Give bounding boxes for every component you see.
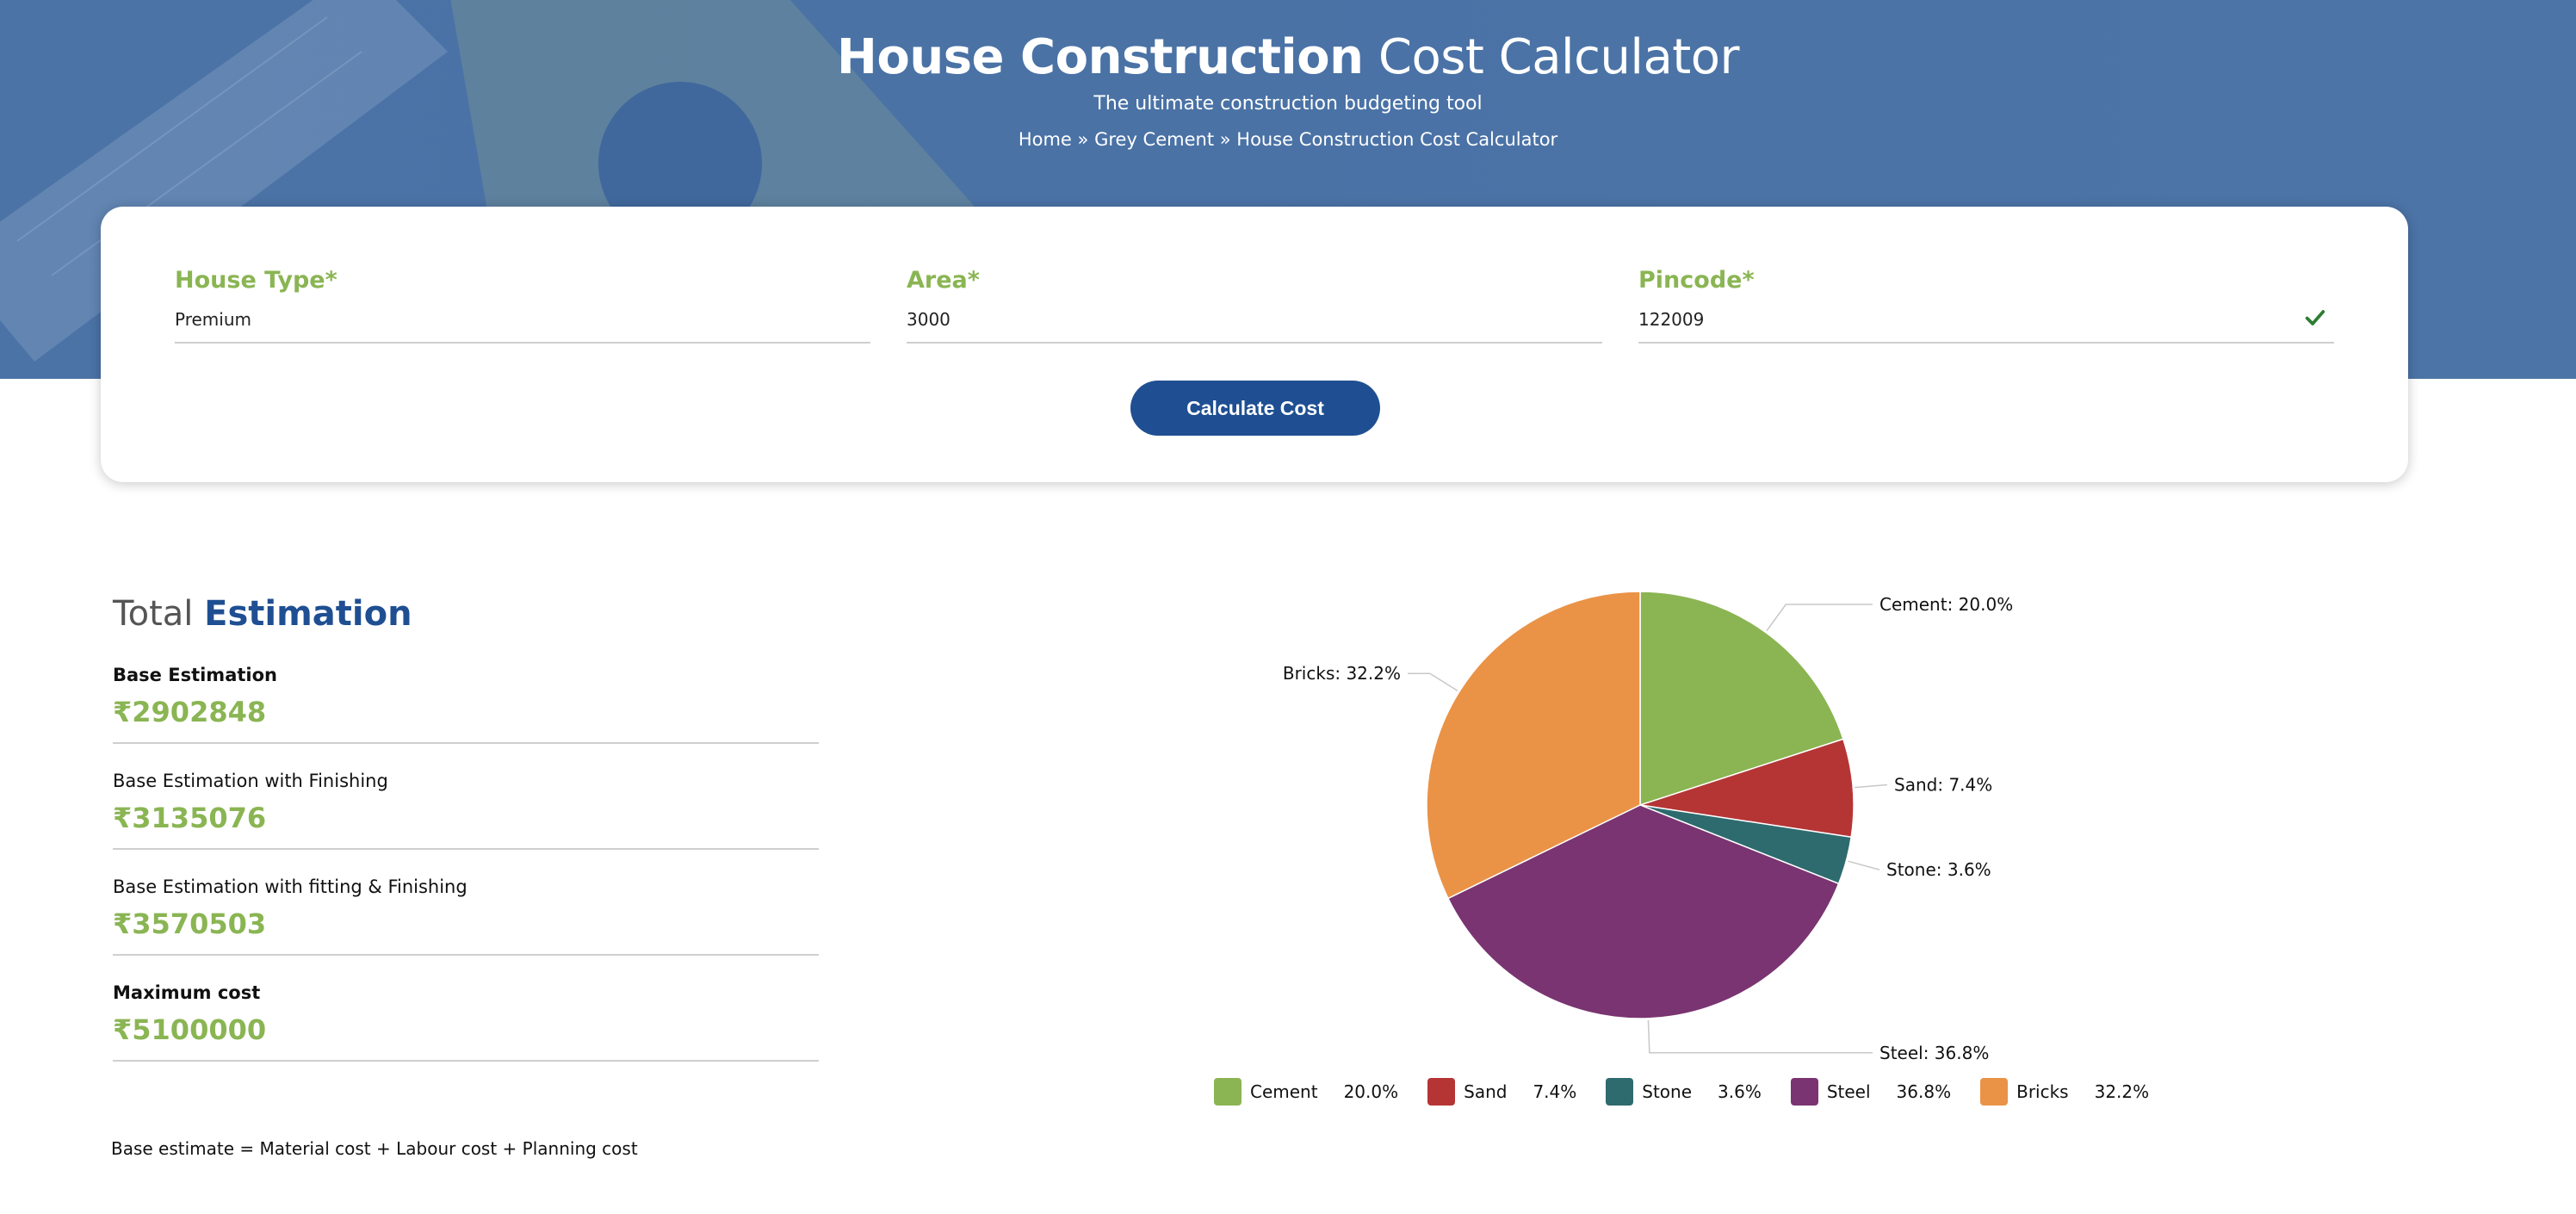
legend-swatch bbox=[1606, 1078, 1634, 1106]
estimation-value: ₹2902848 bbox=[113, 696, 267, 728]
pie-leader-line bbox=[1408, 672, 1458, 692]
title-light: Cost Calculator bbox=[1378, 29, 1740, 85]
legend-percent: 3.6% bbox=[1718, 1081, 1762, 1102]
estimation-value: ₹5100000 bbox=[113, 1013, 267, 1046]
area-field: Area* 3000 bbox=[907, 267, 1602, 344]
legend-label: Bricks bbox=[2016, 1081, 2069, 1102]
legend-swatch bbox=[1427, 1078, 1456, 1106]
estimation-label: Base Estimation with fitting & Finishing bbox=[113, 876, 468, 897]
legend-label: Cement bbox=[1250, 1081, 1318, 1102]
estimation-title-light: Total bbox=[113, 594, 194, 634]
house-type-select[interactable]: Premium bbox=[175, 309, 870, 344]
legend-label: Stone bbox=[1642, 1081, 1693, 1102]
legend-percent: 20.0% bbox=[1343, 1081, 1399, 1102]
estimation-row-finishing: Base Estimation with Finishing ₹3135076 bbox=[113, 771, 819, 850]
title-bold: House Construction bbox=[836, 29, 1364, 85]
estimation-value: ₹3135076 bbox=[113, 802, 267, 834]
breadcrumb: Home » Grey Cement » House Construction … bbox=[0, 129, 2576, 150]
legend-percent: 36.8% bbox=[1896, 1081, 1952, 1102]
page-subtitle: The ultimate construction budgeting tool bbox=[1093, 93, 1483, 115]
area-input[interactable]: 3000 bbox=[907, 309, 1602, 344]
house-type-label: House Type* bbox=[175, 267, 337, 294]
breadcrumb-home[interactable]: Home bbox=[1019, 129, 1072, 150]
pincode-field: Pincode* 122009 bbox=[1638, 267, 2334, 344]
page-title: House Construction Cost Calculator bbox=[0, 29, 2576, 85]
estimation-note: Base estimate = Material cost + Labour c… bbox=[111, 1138, 638, 1159]
estimation-row-base: Base Estimation ₹2902848 bbox=[113, 665, 819, 744]
legend-label: Sand bbox=[1464, 1081, 1508, 1102]
legend-percent: 7.4% bbox=[1533, 1081, 1577, 1102]
pincode-value: 122009 bbox=[1638, 309, 1705, 330]
pie-leader-line bbox=[1855, 784, 1888, 789]
calculate-cost-button[interactable]: Calculate Cost bbox=[1130, 381, 1380, 436]
legend-item-steel[interactable]: Steel 36.8% bbox=[1790, 1078, 1952, 1106]
pie-leader-line bbox=[1848, 860, 1880, 870]
estimation-row-maximum: Maximum cost ₹5100000 bbox=[113, 982, 819, 1062]
breadcrumb-grey-cement[interactable]: Grey Cement bbox=[1094, 129, 1214, 150]
calculator-form-card: House Type* Premium Area* 3000 Pincode* … bbox=[101, 207, 2408, 482]
house-type-field: House Type* Premium bbox=[175, 267, 870, 344]
estimation-title-bold: Estimation bbox=[204, 594, 412, 634]
legend-swatch bbox=[1214, 1078, 1242, 1106]
estimation-value: ₹3570503 bbox=[113, 907, 267, 940]
estimation-label: Maximum cost bbox=[113, 982, 261, 1003]
pie-slice-label: Sand: 7.4% bbox=[1894, 775, 1992, 796]
estimation-title: Total Estimation bbox=[113, 594, 412, 634]
pie-leader-line bbox=[1766, 604, 1873, 632]
pincode-input[interactable]: 122009 bbox=[1638, 309, 2334, 344]
legend-item-cement[interactable]: Cement 20.0% bbox=[1214, 1078, 1398, 1106]
legend-item-stone[interactable]: Stone 3.6% bbox=[1606, 1078, 1762, 1106]
pie-slice-label: Steel: 36.8% bbox=[1879, 1043, 1989, 1063]
check-icon bbox=[2305, 310, 2325, 325]
legend-item-bricks[interactable]: Bricks 32.2% bbox=[1980, 1078, 2149, 1106]
material-cost-pie-chart: Cement: 20.0% Sand: 7.4% Stone: 3.6% Steel:… bbox=[1283, 591, 2013, 1063]
chart-legend: Cement 20.0% Sand 7.4% Stone 3.6% Steel 36.8% Br… bbox=[1214, 1076, 2178, 1107]
breadcrumb-separator: » bbox=[1077, 129, 1089, 150]
legend-percent: 32.2% bbox=[2094, 1081, 2150, 1102]
pie-slice-label: Cement: 20.0% bbox=[1879, 594, 2013, 615]
estimation-label: Base Estimation bbox=[113, 665, 277, 685]
legend-swatch bbox=[1980, 1078, 2009, 1106]
area-label: Area* bbox=[907, 267, 980, 294]
legend-swatch bbox=[1790, 1078, 1818, 1106]
breadcrumb-current: House Construction Cost Calculator bbox=[1236, 129, 1558, 150]
breadcrumb-separator: » bbox=[1219, 129, 1231, 150]
legend-item-sand[interactable]: Sand 7.4% bbox=[1427, 1078, 1576, 1106]
estimation-label: Base Estimation with Finishing bbox=[113, 771, 388, 791]
pie-slice-label: Bricks: 32.2% bbox=[1283, 663, 1401, 684]
estimation-row-fitting-finishing: Base Estimation with fitting & Finishing… bbox=[113, 876, 819, 956]
pie-slice-label: Stone: 3.6% bbox=[1886, 859, 1991, 880]
pie-leader-line bbox=[1647, 1019, 1873, 1054]
pincode-label: Pincode* bbox=[1638, 267, 1755, 294]
legend-label: Steel bbox=[1826, 1081, 1871, 1102]
